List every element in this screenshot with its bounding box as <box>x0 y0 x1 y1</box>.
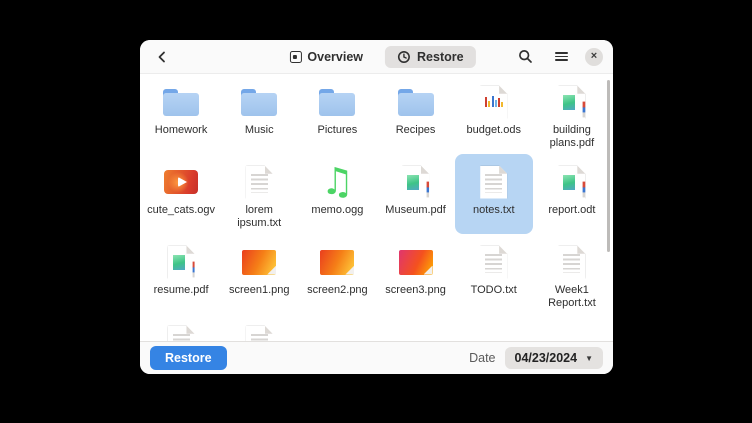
date-dropdown[interactable]: 04/23/2024 ▼ <box>505 347 603 369</box>
file-item-building plans.pdf[interactable]: building plans.pdf <box>533 74 611 154</box>
file-label: resume.pdf <box>154 284 209 297</box>
file-item-Homework[interactable]: Homework <box>142 74 220 154</box>
image-icon <box>399 250 433 275</box>
file-label: screen1.png <box>229 284 290 297</box>
doc-text-icon <box>480 166 507 199</box>
file-item-Music[interactable]: Music <box>220 74 298 154</box>
menu-button[interactable] <box>549 45 573 69</box>
doc-image-icon <box>402 166 429 199</box>
file-item-TODO.txt[interactable]: TODO.txt <box>455 234 533 314</box>
folder-icon <box>163 89 199 116</box>
doc-text-icon <box>168 326 195 342</box>
doc-text-icon <box>246 166 273 199</box>
search-button[interactable] <box>513 45 537 69</box>
history-clock-icon <box>397 50 411 64</box>
file-label: screen2.png <box>307 284 368 297</box>
folder-icon <box>319 89 355 116</box>
vertical-scrollbar[interactable] <box>607 80 610 252</box>
file-item-screen2.png[interactable]: screen2.png <box>298 234 376 314</box>
file-item-memo.ogg[interactable]: memo.ogg <box>298 154 376 234</box>
file-browser: Homework Music Pictures Recipes budget.o… <box>140 73 613 341</box>
close-button[interactable]: × <box>585 48 603 66</box>
doc-image-icon <box>168 246 195 279</box>
date-value: 04/23/2024 <box>515 351 578 365</box>
file-label: TODO.txt <box>471 284 517 297</box>
search-icon <box>518 49 533 64</box>
doc-text-icon <box>558 246 585 279</box>
file-label: screen3.png <box>385 284 446 297</box>
back-button[interactable] <box>150 45 174 69</box>
file-label: Pictures <box>318 124 358 137</box>
doc-text-icon <box>480 246 507 279</box>
tab-overview-label: Overview <box>307 50 363 64</box>
overview-icon <box>289 51 301 63</box>
file-label: Music <box>245 124 274 137</box>
file-item-Museum.pdf[interactable]: Museum.pdf <box>376 154 454 234</box>
file-label: lorem ipsum.txt <box>222 204 296 230</box>
file-item-cute_cats.ogv[interactable]: cute_cats.ogv <box>142 154 220 234</box>
view-switcher: Overview Restore <box>277 40 475 73</box>
back-icon <box>155 50 169 64</box>
file-item-notes.txt[interactable]: notes.txt <box>455 154 533 234</box>
file-item-Pictures[interactable]: Pictures <box>298 74 376 154</box>
image-icon <box>320 250 354 275</box>
doc-text-icon <box>246 326 273 342</box>
deja-dup-window: Overview Restore × <box>140 40 613 374</box>
file-label: cute_cats.ogv <box>147 204 215 217</box>
folder-icon <box>241 89 277 116</box>
close-icon: × <box>591 51 597 62</box>
spreadsheet-icon <box>480 86 507 119</box>
chevron-down-icon: ▼ <box>585 354 593 363</box>
doc-image-icon <box>558 86 585 119</box>
file-label: building plans.pdf <box>535 124 609 150</box>
file-label: Museum.pdf <box>385 204 446 217</box>
file-label: budget.ods <box>467 124 521 137</box>
file-item-Week1 Report.txt[interactable]: Week1 Report.txt <box>533 234 611 314</box>
file-label: Homework <box>155 124 208 137</box>
file-item-screen3.png[interactable]: screen3.png <box>376 234 454 314</box>
file-item[interactable] <box>142 314 220 341</box>
file-label: notes.txt <box>473 204 515 217</box>
file-grid: Homework Music Pictures Recipes budget.o… <box>140 74 613 341</box>
file-label: Recipes <box>396 124 436 137</box>
tab-overview[interactable]: Overview <box>277 46 375 68</box>
hamburger-menu-icon <box>555 52 568 61</box>
tab-restore[interactable]: Restore <box>385 46 476 68</box>
header-actions: × <box>513 45 603 69</box>
date-picker-group: Date 04/23/2024 ▼ <box>469 347 603 369</box>
folder-icon <box>398 89 434 116</box>
header-bar: Overview Restore × <box>140 40 613 73</box>
file-item-budget.ods[interactable]: budget.ods <box>455 74 533 154</box>
restore-button[interactable]: Restore <box>150 346 227 370</box>
file-item-screen1.png[interactable]: screen1.png <box>220 234 298 314</box>
doc-image-icon <box>558 166 585 199</box>
file-label: memo.ogg <box>311 204 363 217</box>
file-item-report.odt[interactable]: report.odt <box>533 154 611 234</box>
file-item-lorem ipsum.txt[interactable]: lorem ipsum.txt <box>220 154 298 234</box>
file-label: Week1 Report.txt <box>535 284 609 310</box>
audio-icon <box>318 163 356 201</box>
date-label: Date <box>469 351 495 365</box>
file-item[interactable] <box>220 314 298 341</box>
action-bar: Restore Date 04/23/2024 ▼ <box>140 341 613 374</box>
file-item-resume.pdf[interactable]: resume.pdf <box>142 234 220 314</box>
video-icon <box>164 170 198 194</box>
tab-restore-label: Restore <box>417 50 464 64</box>
file-label: report.odt <box>548 204 595 217</box>
file-item-Recipes[interactable]: Recipes <box>376 74 454 154</box>
image-icon <box>242 250 276 275</box>
